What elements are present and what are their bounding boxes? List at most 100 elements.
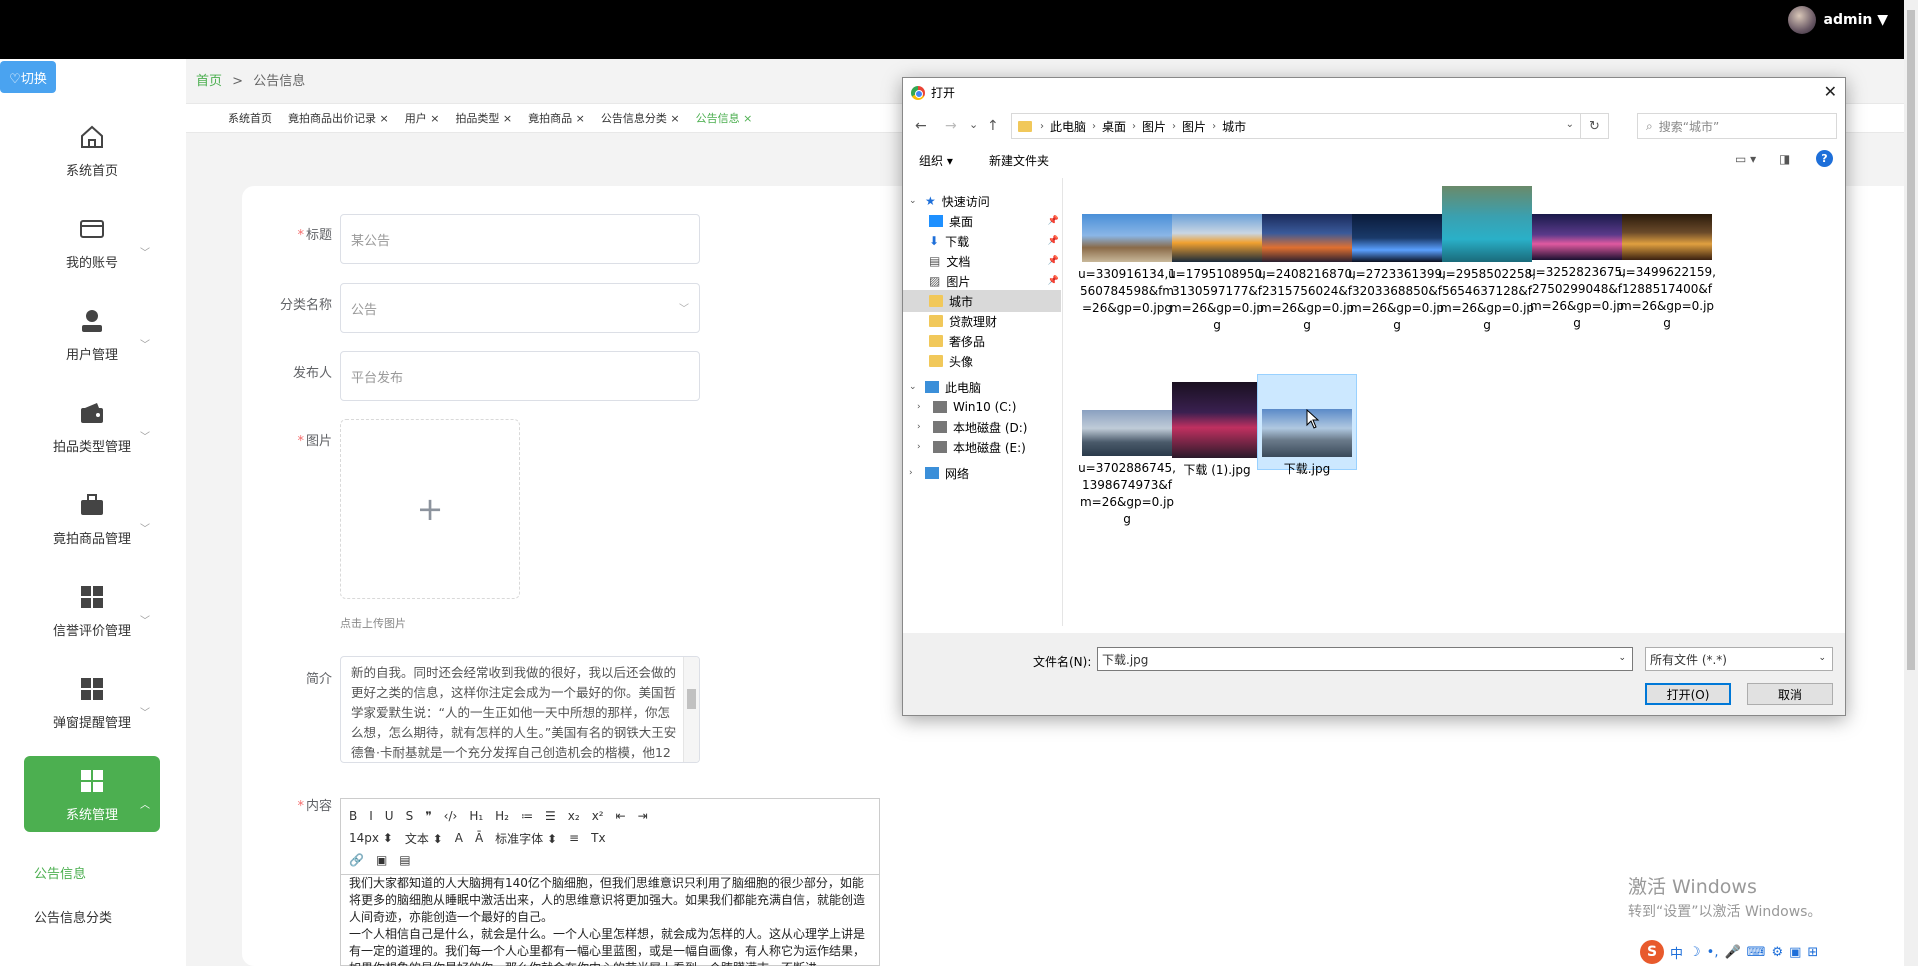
punctuation-icon[interactable]: •, [1707, 945, 1719, 960]
up-arrow-icon[interactable]: ↑ [987, 118, 999, 134]
editor-tool-button[interactable]: ≔ [521, 809, 533, 823]
intro-textarea[interactable]: 新的自我。同时还会经常收到我做的很好，我以后还会做的更好之类的信息，这样你注定会… [340, 656, 700, 763]
editor-tool-button[interactable]: 文本 ⬍ [405, 830, 443, 847]
search-input[interactable]: ⌕ 搜索“城市” [1637, 113, 1837, 139]
tab-home[interactable]: 系统首页 [220, 110, 280, 126]
open-button[interactable]: 打开(O) [1645, 683, 1731, 705]
sogou-ime-icon[interactable]: S [1640, 940, 1664, 964]
tab-lot-types[interactable]: 拍品类型 × [447, 110, 520, 126]
switch-button[interactable]: ♡切换 [0, 61, 56, 93]
sidebar-item-users[interactable]: 用户管理 ﹀ [24, 296, 160, 372]
tree-quick-access[interactable]: ⌄ ★ 快速访问 [909, 190, 990, 212]
sidebar-item-credit[interactable]: 信誉评价管理 ﹀ [24, 572, 160, 648]
editor-tool-button[interactable]: ≡ [569, 831, 579, 845]
sidebar-item-account[interactable]: 我的账号 ﹀ [24, 204, 160, 280]
path-segment[interactable]: 城市 [1222, 118, 1246, 135]
path-segment[interactable]: 图片 [1142, 118, 1166, 135]
back-arrow-icon[interactable]: ← [915, 118, 927, 134]
ime-mode-icon[interactable]: 中 [1670, 943, 1683, 962]
editor-tool-button[interactable]: Ā [475, 831, 483, 845]
tab-auction-goods[interactable]: 竟拍商品 × [520, 110, 593, 126]
editor-tool-button[interactable]: B [349, 809, 357, 823]
editor-tool-button[interactable]: ‹/› [444, 809, 458, 823]
sidebar-item-lot-types[interactable]: 拍品类型管理 ﹀ [24, 388, 160, 464]
page-scrollbar[interactable] [1904, 0, 1918, 966]
view-options-icon[interactable]: ▭ ▾ [1735, 152, 1756, 166]
file-item[interactable]: u=2723361399,3203368850&fm=26&gp=0.jpg [1347, 214, 1447, 334]
editor-tool-button[interactable]: 14px ⬍ [349, 831, 393, 845]
preview-pane-icon[interactable]: ◨ [1779, 152, 1790, 166]
filetype-select[interactable]: 所有文件 (*.*) ⌄ [1645, 647, 1833, 671]
image-uploader[interactable]: + [340, 419, 520, 599]
forward-arrow-icon[interactable]: → [945, 118, 957, 134]
editor-tool-button[interactable]: 标准字体 ⬍ [495, 830, 557, 847]
textarea-scrollbar[interactable] [683, 657, 699, 762]
skin-icon[interactable]: ▣ [1789, 945, 1801, 960]
tree-item-desktop[interactable]: 桌面 📌 [929, 210, 1063, 232]
editor-tool-button[interactable]: 🔗 [349, 853, 364, 867]
path-segment[interactable]: 桌面 [1102, 118, 1126, 135]
tree-drive-d[interactable]: › 本地磁盘 (D:) [917, 416, 1027, 438]
editor-tool-button[interactable]: ❞ [425, 809, 431, 823]
chevron-down-icon[interactable]: ⌄ [1618, 653, 1626, 663]
filename-input[interactable]: 下载.jpg ⌄ [1097, 647, 1633, 671]
sidebar-item-popups[interactable]: 弹窗提醒管理 ﹀ [24, 664, 160, 740]
tab-notices[interactable]: 公告信息 × [688, 110, 761, 126]
category-select[interactable]: 公告 ﹀ [340, 283, 700, 333]
cancel-button[interactable]: 取消 [1747, 683, 1833, 705]
organize-button[interactable]: 组织 ▾ [919, 152, 953, 169]
publisher-input[interactable]: 平台发布 [340, 351, 700, 401]
tree-item-pictures[interactable]: ▨ 图片 📌 [929, 270, 1063, 292]
keyboard-icon[interactable]: ⌨ [1747, 945, 1766, 960]
rich-text-editor[interactable]: B I U S ❞ ‹/› H₁ H₂ ≔ ☰ x₂ x² ⇤ ⇥ 14px ⬍ 文本 ⬍ A Ā 标准字体 ⬍ ≡… [340, 798, 880, 966]
file-item[interactable]: u=3702886745,1398674973&fm=26&gp=0.jpg [1077, 410, 1177, 528]
editor-tool-button[interactable]: ☰ [545, 809, 556, 823]
user-menu[interactable]: admin ▼ [1787, 6, 1888, 34]
address-bar[interactable]: › 此电脑 › 桌面 › 图片 › 图片 › 城市 ⌄ [1011, 113, 1581, 139]
editor-tool-button[interactable]: x₂ [568, 809, 580, 823]
editor-tool-button[interactable]: H₁ [469, 809, 483, 823]
editor-tool-button[interactable]: A [455, 831, 463, 845]
file-item[interactable]: u=3499622159,1288517400&fm=26&gp=0.jpg [1617, 214, 1717, 332]
editor-tool-button[interactable]: Tx [591, 831, 605, 845]
tree-item-luxury[interactable]: 奢侈品 [929, 330, 985, 352]
file-item[interactable]: u=2408216870,2315756024&fm=26&gp=0.jpg [1257, 214, 1357, 334]
tree-drive-c[interactable]: › Win10 (C:) [917, 396, 1016, 418]
editor-tool-button[interactable]: ▣ [376, 853, 387, 867]
refresh-icon[interactable]: ↻ [1581, 113, 1609, 139]
editor-tool-button[interactable]: H₂ [495, 809, 509, 823]
file-item[interactable]: u=330916134,1560784598&fm=26&gp=0.jpg [1077, 214, 1177, 317]
tree-item-documents[interactable]: ▤ 文档 📌 [929, 250, 1063, 272]
tree-item-finance[interactable]: 贷款理财 [929, 310, 997, 332]
sidebar-item-system[interactable]: 系统管理 ︿ [24, 756, 160, 832]
title-input[interactable]: 某公告 [340, 214, 700, 264]
recent-dropdown-icon[interactable]: ⌄ [969, 118, 978, 131]
tree-item-downloads[interactable]: ⬇ 下载 📌 [929, 230, 1063, 252]
chevron-down-icon[interactable]: ⌄ [1566, 119, 1574, 130]
new-folder-button[interactable]: 新建文件夹 [989, 152, 1049, 169]
file-item[interactable]: u=3252823675,2750299048&fm=26&gp=0.jpg [1527, 214, 1627, 332]
tree-drive-e[interactable]: › 本地磁盘 (E:) [917, 436, 1026, 458]
tab-notice-categories[interactable]: 公告信息分类 × [593, 110, 688, 126]
path-segment[interactable]: 图片 [1182, 118, 1206, 135]
path-segment[interactable]: 此电脑 [1050, 118, 1086, 135]
tab-users[interactable]: 用户 × [397, 110, 448, 126]
moon-icon[interactable]: ☽ [1689, 945, 1701, 960]
editor-tool-button[interactable]: ⇤ [616, 809, 626, 823]
settings-icon[interactable]: ⚙ [1771, 945, 1783, 960]
editor-body[interactable]: 我们大家都知道的人大脑拥有140亿个脑细胞，但我们思维意识只利用了脑细胞的很少部… [341, 875, 879, 966]
help-icon[interactable]: ? [1816, 150, 1833, 167]
tab-bid-records[interactable]: 竟拍商品出价记录 × [280, 110, 397, 126]
tree-network[interactable]: › 网络 [909, 462, 969, 484]
editor-tool-button[interactable]: S [406, 809, 414, 823]
file-item[interactable]: u=2958502258,5654637128&fm=26&gp=0.jpg [1437, 186, 1537, 334]
sidebar-subitem-notice-categories[interactable]: 公告信息分类 [34, 907, 112, 926]
editor-tool-button[interactable]: ▤ [399, 853, 410, 867]
tree-item-city[interactable]: 城市 [903, 290, 1061, 312]
grid-icon[interactable]: ⊞ [1807, 945, 1818, 960]
editor-tool-button[interactable]: ⇥ [638, 809, 648, 823]
editor-tool-button[interactable]: x² [592, 809, 604, 823]
editor-tool-button[interactable]: U [385, 809, 394, 823]
editor-tool-button[interactable]: I [369, 809, 373, 823]
file-item[interactable]: u=1795108950,3130597177&fm=26&gp=0.jpg [1167, 214, 1267, 334]
